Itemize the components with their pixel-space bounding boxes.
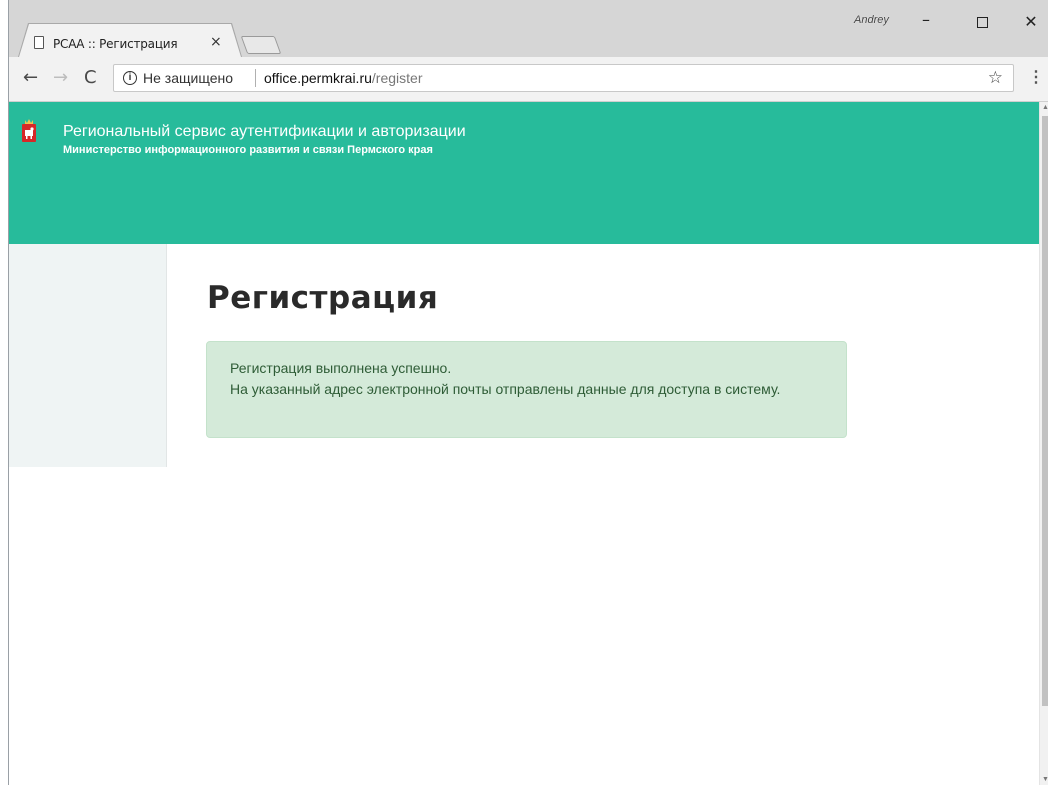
security-label[interactable]: Не защищено <box>143 70 233 86</box>
info-icon[interactable]: i <box>123 71 137 85</box>
perm-krai-crest-icon <box>22 119 36 142</box>
site-header: Региональный сервис аутентификации и авт… <box>9 102 1039 244</box>
alert-line-2: На указанный адрес электронной почты отп… <box>230 381 781 397</box>
scroll-thumb[interactable] <box>1042 116 1048 706</box>
forward-arrow-icon[interactable]: → <box>53 67 68 88</box>
profile-name[interactable]: Andrey <box>854 14 889 26</box>
success-alert: Регистрация выполнена успешно. На указан… <box>206 341 847 438</box>
bookmark-star-icon[interactable]: ☆ <box>988 68 1003 88</box>
site-subtitle: Министерство информационного развития и … <box>63 144 433 156</box>
address-separator <box>255 69 256 87</box>
reload-icon[interactable]: C <box>84 67 97 88</box>
site-title: Региональный сервис аутентификации и авт… <box>63 123 466 140</box>
url-host: office.permkrai.ru <box>264 70 372 86</box>
back-arrow-icon[interactable]: ← <box>23 67 38 88</box>
alert-line-1: Регистрация выполнена успешно. <box>230 360 452 376</box>
tab-title[interactable]: РСАА :: Регистрация <box>53 37 178 51</box>
scroll-down-icon[interactable]: ▼ <box>1042 776 1048 783</box>
minimize-button[interactable]: – <box>906 10 946 34</box>
page-icon <box>34 36 44 49</box>
maximize-icon <box>976 17 988 28</box>
address-bar[interactable]: i Не защищено office.permkrai.ru/registe… <box>113 64 1014 92</box>
browser-toolbar: ← → C i Не защищено office.permkrai.ru/r… <box>9 57 1048 102</box>
scroll-up-icon[interactable]: ▲ <box>1042 104 1048 111</box>
new-tab-button[interactable] <box>240 36 282 54</box>
tab-close-icon[interactable]: × <box>210 34 222 50</box>
browser-menu-icon[interactable]: ⋮ <box>1028 67 1044 87</box>
browser-window: РСАА :: Регистрация × Andrey – ✕ ← → C i… <box>8 0 1048 785</box>
sidebar <box>9 244 167 467</box>
url-path: /register <box>371 70 423 86</box>
url-text[interactable]: office.permkrai.ru/register <box>264 70 422 86</box>
page-scrollbar[interactable]: ▲ ▼ <box>1039 102 1048 785</box>
maximize-button[interactable] <box>962 10 1002 34</box>
title-bar: РСАА :: Регистрация × Andrey – ✕ <box>9 0 1048 57</box>
page-viewport: Региональный сервис аутентификации и авт… <box>9 102 1048 785</box>
page-title: Регистрация <box>207 280 439 316</box>
close-window-button[interactable]: ✕ <box>1011 12 1048 36</box>
